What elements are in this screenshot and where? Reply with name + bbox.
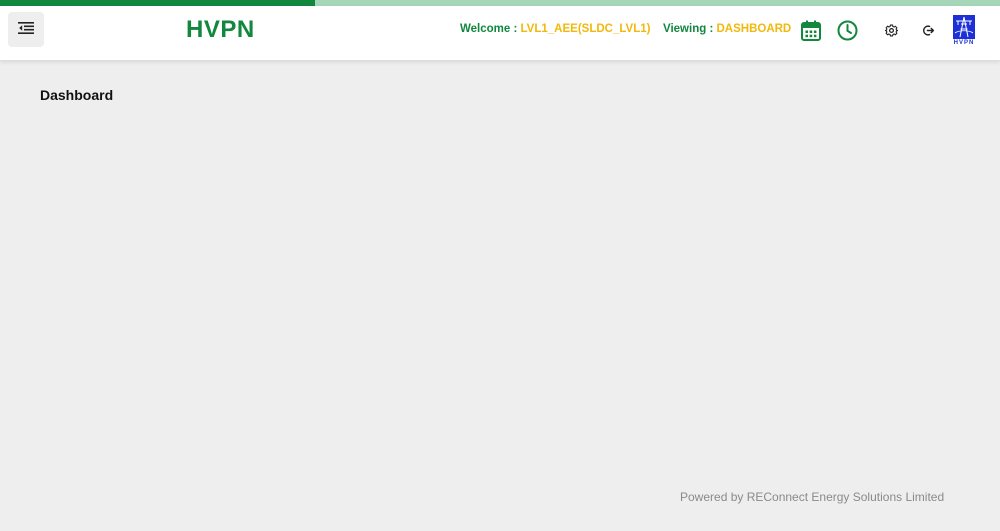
logo-text: HVPN (953, 40, 975, 46)
welcome-label: Welcome : (460, 23, 518, 35)
page-title: Dashboard (40, 87, 114, 103)
menu-toggle-button[interactable] (8, 12, 44, 47)
top-header: HVPN Welcome : LVL1_AEE(SLDC_LVL1) Viewi… (0, 6, 1000, 60)
logout-icon[interactable] (921, 23, 935, 37)
welcome-info: Welcome : LVL1_AEE(SLDC_LVL1) (460, 23, 650, 35)
menu-icon (18, 21, 34, 39)
gear-icon[interactable] (884, 23, 899, 38)
viewing-info: Viewing : DASHBOARD (663, 23, 791, 35)
app-brand-title[interactable]: HVPN (186, 16, 255, 44)
welcome-user-value: LVL1_AEE(SLDC_LVL1) (520, 23, 651, 35)
clock-icon[interactable] (836, 19, 858, 41)
footer-powered-by: Powered by REConnect Energy Solutions Li… (680, 490, 945, 504)
hvpn-logo: HVPN (953, 15, 975, 46)
viewing-label: Viewing : (663, 23, 714, 35)
calendar-icon[interactable] (800, 19, 822, 41)
viewing-page-value: DASHBOARD (716, 23, 792, 35)
